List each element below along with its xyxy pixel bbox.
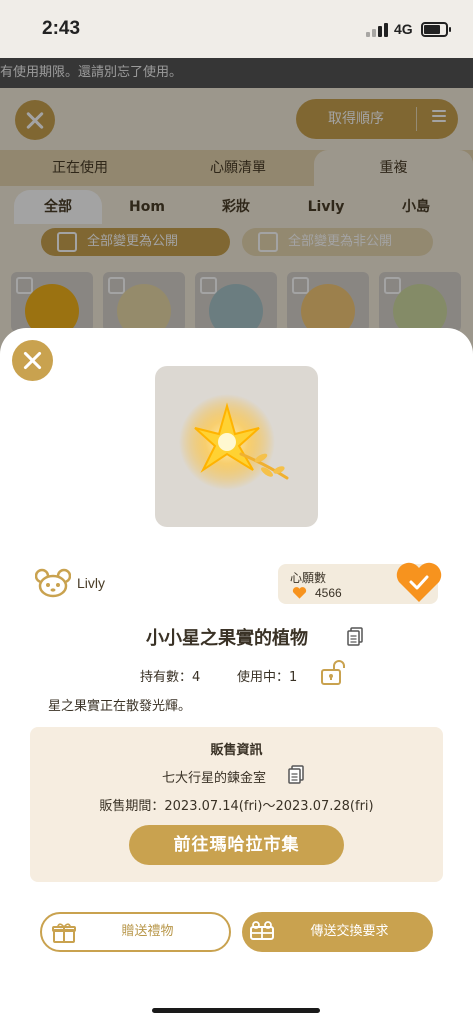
send-trade-request-button[interactable]: 傳送交換要求 <box>242 912 433 952</box>
heart-icon <box>292 587 307 599</box>
status-time: 2:43 <box>42 18 81 39</box>
battery-icon <box>421 22 451 37</box>
signal-icon <box>366 23 388 37</box>
sale-info-box: 販售資訊 七大行星的鍊金室 販售期間：2023.07.14(fri)～2023.… <box>30 727 443 882</box>
close-button[interactable] <box>12 340 53 381</box>
wish-count-title: 心願數 <box>290 571 327 585</box>
send-trade-request-label: 傳送交換要求 <box>310 924 389 939</box>
trade-icon <box>250 921 274 940</box>
sale-period: 販售期間：2023.07.14(fri)～2023.07.28(fri) <box>99 799 374 814</box>
brand-label-row: Livly <box>35 568 155 600</box>
wish-count-value: 4566 <box>315 586 342 600</box>
item-preview <box>155 366 318 527</box>
send-gift-label: 贈送禮物 <box>121 924 174 939</box>
livly-face-icon <box>35 568 71 598</box>
status-bar: 2:43 4G <box>0 0 473 58</box>
go-to-market-button[interactable]: 前往瑪哈拉市集 <box>129 825 344 865</box>
item-name: 小小星之果實的植物 <box>146 628 308 649</box>
item-count-row: 持有數：4 使用中：1 <box>0 662 473 688</box>
brand-label: Livly <box>77 575 106 591</box>
owned-count: 持有數：4 <box>140 670 201 685</box>
wishlist-heart-button[interactable] <box>395 560 443 604</box>
item-title-row: 小小星之果實的植物 <box>0 624 473 652</box>
document-icon[interactable] <box>347 627 363 646</box>
document-icon[interactable] <box>288 765 304 784</box>
shop-name: 七大行星的鍊金室 <box>162 771 267 786</box>
star-fruit-plant-icon <box>179 394 289 490</box>
unlock-icon[interactable] <box>320 660 346 686</box>
item-description: 星之果實正在散發光輝。 <box>48 699 192 714</box>
home-indicator[interactable] <box>152 1008 320 1013</box>
sale-info-title: 販售資訊 <box>210 743 263 758</box>
in-use-count: 使用中：1 <box>237 670 298 685</box>
gift-icon <box>52 923 76 943</box>
network-label: 4G <box>394 21 413 37</box>
send-gift-button[interactable]: 贈送禮物 <box>40 912 231 952</box>
